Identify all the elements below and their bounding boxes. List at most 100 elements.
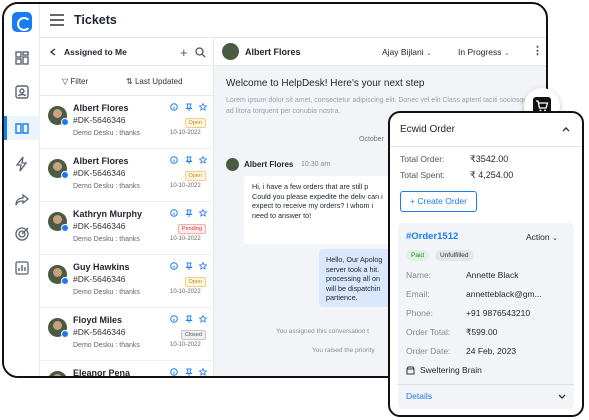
automation-icon[interactable] (14, 156, 30, 172)
star-icon[interactable] (199, 368, 207, 376)
contact-icon[interactable] (14, 84, 30, 100)
ticket-date: 10-10-2022 (170, 130, 201, 136)
ecwid-order-panel: Ecwid Order Total Order: ₹3542.00 Total … (388, 111, 584, 417)
info-icon[interactable] (170, 368, 178, 376)
details-link[interactable]: Details (406, 391, 432, 401)
ticket-row[interactable]: Kathryn Murphy #DK-5646346 Demo Desku : … (40, 202, 214, 255)
channel-badge-icon (61, 118, 69, 126)
action-label: Action (526, 232, 550, 242)
pin-icon[interactable] (185, 209, 193, 217)
pin-icon[interactable] (185, 262, 193, 270)
star-icon[interactable] (199, 156, 207, 164)
info-icon[interactable] (170, 156, 178, 164)
nav-rail (4, 4, 40, 376)
ticket-row[interactable]: Eleanor Pena (40, 361, 214, 378)
ticket-id: #DK-5646346 (73, 327, 126, 337)
tickets-icon[interactable] (14, 120, 30, 136)
agent-reply: Hello, Our Apolog server took a hit. pro… (319, 249, 394, 307)
target-icon[interactable] (14, 226, 30, 242)
order-name-value: Annette Black (466, 270, 519, 280)
add-ticket-icon[interactable]: + (180, 45, 188, 60)
ecwid-panel-header[interactable]: Ecwid Order (390, 113, 582, 147)
info-icon[interactable] (170, 209, 178, 217)
info-icon[interactable] (170, 103, 178, 111)
app-logo (12, 12, 32, 32)
share-icon[interactable] (14, 192, 30, 208)
system-note: You raised the priority (312, 347, 375, 354)
hamburger-menu-icon[interactable] (50, 14, 64, 26)
status-dropdown[interactable]: In Progress ⌄ (458, 47, 510, 57)
total-spent-label: Total Spent: (400, 170, 445, 180)
ticket-row[interactable]: Albert Flores #DK-5646346 Demo Desku : t… (40, 149, 214, 202)
page-title: Tickets (74, 13, 117, 27)
avatar (48, 371, 67, 376)
channel-badge-icon (61, 277, 69, 285)
ticket-date: 10-10-2022 (170, 183, 201, 189)
status-badge: Pending (177, 224, 206, 234)
store-name: Sweltering Brain (420, 365, 482, 375)
star-icon[interactable] (199, 103, 207, 111)
ticket-preview: Demo Desku : thanks (73, 236, 140, 243)
sort-icon: ⇅ (126, 77, 133, 86)
order-total-label: Order Total: (406, 327, 451, 337)
create-order-button[interactable]: + Create Order (400, 191, 477, 212)
agent-name: Ajay Bijlani (382, 47, 424, 57)
status-value: In Progress (458, 47, 502, 57)
unfulfilled-badge: Unfulfilled (435, 250, 474, 261)
reports-icon[interactable] (14, 260, 30, 276)
ecwid-panel-title: Ecwid Order (400, 124, 456, 135)
status-badge: Open (184, 118, 206, 128)
avatar (226, 158, 239, 171)
order-date-value: 24 Feb, 2023 (466, 346, 517, 356)
filter-icon: ▽ (62, 77, 69, 86)
order-phone-label: Phone: (406, 308, 433, 318)
filter-label: Filter (70, 77, 89, 86)
ticket-id: #DK-5646346 (73, 221, 126, 231)
pin-icon[interactable] (185, 315, 193, 323)
channel-badge-icon (61, 330, 69, 338)
info-icon[interactable] (170, 262, 178, 270)
status-badge: Closed (180, 330, 206, 340)
ticket-date: 10-10-2022 (170, 342, 201, 348)
chevron-down-icon[interactable] (558, 394, 566, 400)
ticket-preview: Demo Desku : thanks (73, 289, 140, 296)
ticket-date: 10-10-2022 (170, 289, 201, 295)
order-email-label: Email: (406, 289, 430, 299)
filter-button[interactable]: ▽ Filter (62, 77, 88, 86)
assigned-to-me-label[interactable]: Assigned to Me (64, 47, 127, 57)
more-options-icon[interactable]: ⋮ (532, 44, 543, 57)
system-note: You assigned this conversation t (276, 328, 369, 335)
search-icon[interactable] (195, 47, 206, 58)
order-date-label: Order Date: (406, 346, 451, 356)
chevron-up-icon[interactable] (562, 126, 570, 132)
star-icon[interactable] (199, 315, 207, 323)
pin-icon[interactable] (185, 156, 193, 164)
order-action-dropdown[interactable]: Action ⌄ (526, 232, 558, 242)
pin-icon[interactable] (185, 368, 193, 376)
ticket-customer-name: Eleanor Pena (73, 368, 131, 378)
order-email-value: annetteblack@gm... (466, 289, 542, 299)
ticket-date: 10-10-2022 (170, 236, 201, 242)
star-icon[interactable] (199, 262, 207, 270)
ticket-customer-name: Albert Flores (73, 156, 129, 166)
dashboard-icon[interactable] (14, 50, 30, 66)
avatar (222, 43, 239, 60)
message-author: Albert Flores (244, 160, 294, 169)
ticket-row[interactable]: Albert Flores #DK-5646346 Demo Desku : t… (40, 96, 214, 149)
order-id[interactable]: #Order1512 (406, 231, 458, 242)
info-icon[interactable] (170, 315, 178, 323)
ticket-customer-name: Guy Hawkins (73, 262, 130, 272)
ticket-row[interactable]: Guy Hawkins #DK-5646346 Demo Desku : tha… (40, 255, 214, 308)
customer-message: Hi, i have a few orders that are still p… (244, 176, 394, 244)
total-order-label: Total Order: (400, 154, 445, 164)
ticket-row[interactable]: Floyd Miles #DK-5646346 Demo Desku : tha… (40, 308, 214, 361)
chevron-left-icon[interactable] (49, 48, 57, 56)
star-icon[interactable] (199, 209, 207, 217)
chevron-down-icon: ⌄ (425, 50, 432, 57)
agent-dropdown[interactable]: Ajay Bijlani ⌄ (382, 47, 432, 57)
pin-icon[interactable] (185, 103, 193, 111)
status-badge: Open (184, 277, 206, 287)
status-badge: Open (184, 171, 206, 181)
total-order-value: ₹3542.00 (470, 154, 509, 164)
sort-button[interactable]: ⇅ Last Updated (126, 77, 183, 86)
